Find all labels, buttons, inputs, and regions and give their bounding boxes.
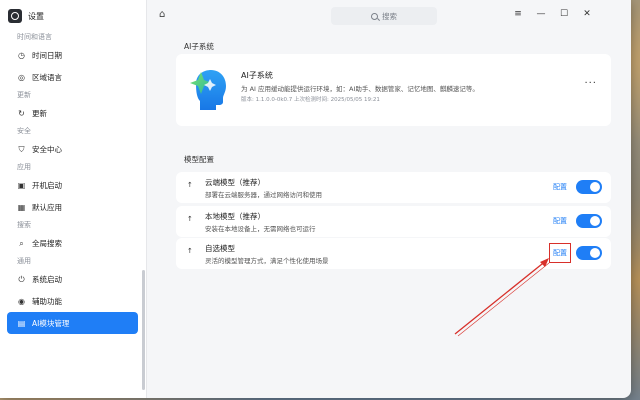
ai-subsystem-card: AI子系统 为 AI 应用缓动能提供运行环境，如：AI助手、数据管家、记忆地图、… <box>176 54 611 126</box>
model-description: 灵活的模型管理方式，满足个性化使用场景 <box>205 257 329 265</box>
sidebar-item-label: 更新 <box>32 108 47 118</box>
sidebar: 设置 时间和语言 ◷ 时间日期 ◎ 区域语言更新 ↻ 更新安全 ⛉ 安全中心应用 ▣ 开机启动 ▦ 默认… <box>0 0 147 398</box>
sidebar-item[interactable]: ▤ AI模块管理 <box>7 312 138 334</box>
sidebar-item[interactable]: ◷ 时间日期 <box>0 44 146 66</box>
sidebar-item-label: 全局搜索 <box>32 238 62 248</box>
sidebar-item-label: 安全中心 <box>32 144 62 154</box>
main-content: AI子系统 AI子系统 为 AI 应用缓动能提供运行环境，如：AI助手、数据管家… <box>147 30 631 398</box>
model-row-local: ↑ 本地模型（推荐） 安装在本地设备上，无需网络也可运行 配置 <box>176 206 611 237</box>
home-icon[interactable]: ⌂ <box>159 9 165 20</box>
accessibility-icon: ◉ <box>18 296 25 306</box>
globe-icon: ◎ <box>18 72 25 82</box>
maximize-icon[interactable]: ☐ <box>558 9 570 19</box>
sidebar-list: 时间和语言 ◷ 时间日期 ◎ 区域语言更新 ↻ 更新安全 ⛉ 安全中心应用 ▣ 开机启动 ▦ 默认应用搜… <box>0 30 146 334</box>
model-description: 部署在云端服务器，通过网络访问和使用 <box>205 191 322 199</box>
shield-icon: ⛉ <box>18 144 25 154</box>
sidebar-item[interactable]: ◎ 区域语言 <box>0 66 146 88</box>
minimize-icon[interactable]: — <box>535 9 547 19</box>
model-toggle[interactable] <box>576 246 602 260</box>
sidebar-item-label: AI模块管理 <box>32 318 70 328</box>
sidebar-item-label: 时间日期 <box>32 50 62 60</box>
search-icon <box>371 12 378 20</box>
model-toggle[interactable] <box>576 180 602 194</box>
model-name: 本地模型（推荐） <box>205 212 265 221</box>
model-name: 自选模型 <box>205 244 235 253</box>
ai-icon: ▤ <box>17 318 26 328</box>
config-link[interactable]: 配置 <box>553 182 567 192</box>
sidebar-group-label: 应用 <box>17 163 31 171</box>
model-toggle[interactable] <box>576 214 602 228</box>
sidebar-item[interactable]: ◉ 辅助功能 <box>0 290 146 312</box>
grid-icon: ▦ <box>17 202 26 212</box>
search-box[interactable]: 搜索 <box>331 7 437 25</box>
app-title: 设置 <box>28 11 44 21</box>
config-link[interactable]: 配置 <box>553 216 567 226</box>
close-icon[interactable]: ✕ <box>581 9 593 19</box>
sidebar-group-label: 通用 <box>17 257 31 265</box>
ai-head-logo-icon <box>190 70 226 110</box>
sidebar-group-label: 更新 <box>17 91 31 99</box>
ai-subsystem-description: 为 AI 应用缓动能提供运行环境，如：AI助手、数据管家、记忆地图、麒麟速记等。 <box>241 85 479 93</box>
sidebar-item[interactable]: ↻ 更新 <box>0 102 146 124</box>
startup-icon: ▣ <box>17 180 26 190</box>
sidebar-item[interactable]: ▣ 开机启动 <box>0 174 146 196</box>
titlebar: ⌂ 搜索 ≡ — ☐ ✕ <box>147 0 631 30</box>
search-placeholder: 搜索 <box>382 11 397 21</box>
model-section-title: 模型配置 <box>184 155 214 164</box>
arrow-up-icon: ↑ <box>187 181 193 189</box>
sidebar-item-label: 系统启动 <box>32 274 62 284</box>
settings-window: 设置 时间和语言 ◷ 时间日期 ◎ 区域语言更新 ↻ 更新安全 ⛉ 安全中心应用 ▣ 开机启动 ▦ 默认… <box>0 0 631 398</box>
ai-subsystem-name: AI子系统 <box>241 71 273 80</box>
model-row-custom: ↑ 自选模型 灵活的模型管理方式，满足个性化使用场景 配置 <box>176 238 611 269</box>
sidebar-item-label: 开机启动 <box>32 180 62 190</box>
sidebar-group-label: 时间和语言 <box>17 33 52 41</box>
sidebar-item-label: 默认应用 <box>32 202 62 212</box>
menu-icon[interactable]: ≡ <box>512 9 524 19</box>
sidebar-group-label: 搜索 <box>17 221 31 229</box>
arrow-up-icon: ↑ <box>187 215 193 223</box>
model-row-cloud: ↑ 云端模型（推荐） 部署在云端服务器，通过网络访问和使用 配置 <box>176 172 611 203</box>
ai-section-title: AI子系统 <box>184 42 214 51</box>
more-options-icon[interactable]: ··· <box>584 78 597 89</box>
sidebar-group-label: 安全 <box>17 127 31 135</box>
sidebar-item-label: 区域语言 <box>32 72 62 82</box>
model-name: 云端模型（推荐） <box>205 178 265 187</box>
sidebar-item[interactable]: ⌕ 全局搜索 <box>0 232 146 254</box>
app-header: 设置 <box>8 8 44 24</box>
update-icon: ↻ <box>18 108 25 118</box>
sidebar-item-label: 辅助功能 <box>32 296 62 306</box>
settings-app-icon <box>8 9 22 23</box>
arrow-up-icon: ↑ <box>187 247 193 255</box>
annotation-highlight-box <box>549 243 571 263</box>
sidebar-item[interactable]: ⛉ 安全中心 <box>0 138 146 160</box>
ai-subsystem-meta: 版本: 1.1.0.0-0k0.7 上次检测时间: 2025/05/05 19:… <box>241 97 380 103</box>
search-icon: ⌕ <box>19 238 24 248</box>
sidebar-item[interactable]: ▦ 默认应用 <box>0 196 146 218</box>
clock-icon: ◷ <box>18 50 25 60</box>
power-icon: ⏻ <box>18 274 25 284</box>
sidebar-scrollbar[interactable] <box>142 270 145 390</box>
model-description: 安装在本地设备上，无需网络也可运行 <box>205 225 316 233</box>
sidebar-item[interactable]: ⏻ 系统启动 <box>0 268 146 290</box>
